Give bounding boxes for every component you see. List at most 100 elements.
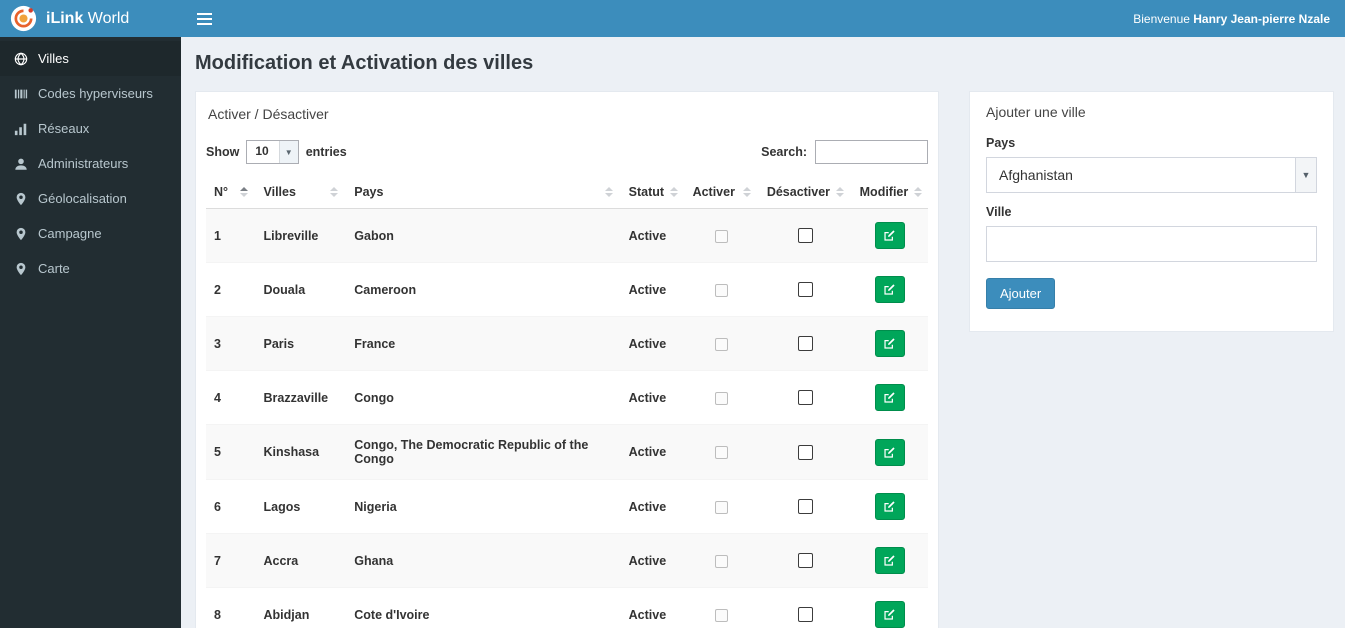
sort-icon	[239, 187, 248, 197]
row-pays: Congo	[346, 370, 621, 425]
search-label: Search:	[761, 145, 807, 159]
desactiver-checkbox[interactable]	[797, 607, 813, 623]
desactiver-checkbox[interactable]	[797, 499, 813, 515]
modifier-button[interactable]	[874, 547, 905, 574]
sidebar-item-label: Géolocalisation	[38, 191, 127, 206]
row-number: 5	[206, 424, 256, 480]
row-ville: Accra	[255, 533, 347, 588]
activer-checkbox[interactable]	[715, 500, 729, 514]
user-icon	[14, 157, 28, 171]
sidebar-item-geolocalisation[interactable]: Géolocalisation	[0, 181, 181, 216]
row-ville: Kinshasa	[255, 424, 347, 480]
sidebar-toggle-icon[interactable]	[181, 0, 227, 37]
sidebar-item-administrateurs[interactable]: Administrateurs	[0, 146, 181, 181]
modifier-button[interactable]	[874, 330, 905, 357]
desactiver-checkbox[interactable]	[797, 444, 813, 460]
sidebar-item-carte[interactable]: Carte	[0, 251, 181, 286]
desactiver-checkbox[interactable]	[797, 336, 813, 352]
modifier-button[interactable]	[874, 493, 905, 520]
column-header-activer[interactable]: Activer	[684, 176, 759, 209]
sidebar-item-campagne[interactable]: Campagne	[0, 216, 181, 251]
activer-checkbox[interactable]	[715, 229, 729, 243]
row-pays: Ghana	[346, 533, 621, 588]
edit-pencil-icon	[883, 446, 896, 459]
modifier-button[interactable]	[874, 222, 905, 249]
modifier-button[interactable]	[874, 438, 905, 466]
modifier-button[interactable]	[874, 384, 905, 411]
row-pays: Congo, The Democratic Republic of the Co…	[346, 424, 621, 480]
page-length-select[interactable]: 10 ▼	[246, 140, 299, 164]
table-header-row: N° Villes Pays Statut Activer Désactiver…	[206, 176, 928, 209]
table-row: 2 Douala Cameroon Active	[206, 262, 928, 317]
ajouter-button[interactable]: Ajouter	[986, 278, 1056, 309]
app-logo-area[interactable]: iLink World	[0, 0, 181, 37]
column-header-pays[interactable]: Pays	[346, 176, 621, 209]
table-row: 5 Kinshasa Congo, The Democratic Republi…	[206, 424, 928, 480]
desactiver-checkbox[interactable]	[797, 228, 813, 244]
pays-select[interactable]: Afghanistan ▼	[986, 157, 1317, 193]
activer-checkbox[interactable]	[715, 283, 729, 297]
row-number: 4	[206, 370, 256, 425]
row-pays: Gabon	[346, 208, 621, 263]
activer-checkbox[interactable]	[715, 446, 729, 460]
chevron-down-icon: ▼	[1295, 158, 1316, 192]
modifier-button[interactable]	[874, 601, 905, 628]
row-number: 6	[206, 479, 256, 534]
row-number: 2	[206, 262, 256, 317]
row-ville: Abidjan	[255, 587, 347, 628]
sort-icon	[742, 187, 751, 197]
edit-pencil-icon	[883, 229, 896, 242]
barcode-icon	[14, 87, 28, 101]
edit-pencil-icon	[883, 337, 896, 350]
user-name: Hanry Jean-pierre Nzale	[1193, 11, 1330, 26]
row-ville: Douala	[255, 262, 347, 317]
edit-pencil-icon	[883, 608, 896, 621]
sort-icon	[670, 187, 679, 197]
row-statut: Active	[620, 479, 685, 534]
column-header-desactiver[interactable]: Désactiver	[758, 176, 852, 209]
column-header-villes[interactable]: Villes	[255, 176, 347, 209]
app-logo	[10, 5, 37, 32]
modifier-button[interactable]	[874, 276, 905, 303]
column-header-modifier[interactable]: Modifier	[851, 176, 928, 209]
desactiver-checkbox[interactable]	[797, 282, 813, 298]
activer-checkbox[interactable]	[715, 608, 729, 622]
edit-pencil-icon	[883, 283, 896, 296]
row-ville: Brazzaville	[255, 370, 347, 425]
activer-checkbox[interactable]	[715, 337, 729, 351]
desactiver-checkbox[interactable]	[797, 553, 813, 569]
table-body: 1 Libreville Gabon Active 2 Douala Camer…	[206, 208, 928, 628]
sort-icon	[914, 187, 923, 197]
table-row: 4 Brazzaville Congo Active	[206, 370, 928, 425]
edit-pencil-icon	[883, 391, 896, 404]
sidebar-item-label: Villes	[38, 51, 69, 66]
row-ville: Paris	[255, 316, 347, 371]
search-input[interactable]	[815, 140, 928, 164]
table-row: 8 Abidjan Cote d'Ivoire Active	[206, 587, 928, 628]
activer-checkbox[interactable]	[715, 391, 729, 405]
globe-icon	[14, 52, 28, 66]
sidebar-item-villes[interactable]: Villes	[0, 41, 181, 76]
row-pays: France	[346, 316, 621, 371]
desactiver-checkbox[interactable]	[797, 390, 813, 406]
show-label: Show	[206, 145, 240, 159]
sidebar-item-codes-hyperviseurs[interactable]: Codes hyperviseurs	[0, 76, 181, 111]
edit-pencil-icon	[883, 554, 896, 567]
row-pays: Nigeria	[346, 479, 621, 534]
signal-bars-icon	[14, 122, 28, 136]
cities-table-panel: Activer / Désactiver Show 10 ▼ entries S…	[195, 91, 939, 628]
ville-input[interactable]	[986, 226, 1317, 262]
column-header-num[interactable]: N°	[206, 176, 256, 209]
map-marker-icon	[14, 227, 28, 241]
ville-label: Ville	[986, 205, 1012, 219]
activer-checkbox[interactable]	[715, 554, 729, 568]
brand-title: iLink World	[46, 9, 130, 27]
page-title: Modification et Activation des villes	[195, 52, 534, 74]
table-row: 6 Lagos Nigeria Active	[206, 479, 928, 534]
column-header-statut[interactable]: Statut	[620, 176, 685, 209]
map-marker-icon	[14, 192, 28, 206]
top-navbar: Bienvenue Hanry Jean-pierre Nzale	[181, 0, 1345, 37]
sidebar-item-reseaux[interactable]: Réseaux	[0, 111, 181, 146]
row-ville: Libreville	[255, 208, 347, 263]
cities-table: N° Villes Pays Statut Activer Désactiver…	[206, 176, 928, 628]
